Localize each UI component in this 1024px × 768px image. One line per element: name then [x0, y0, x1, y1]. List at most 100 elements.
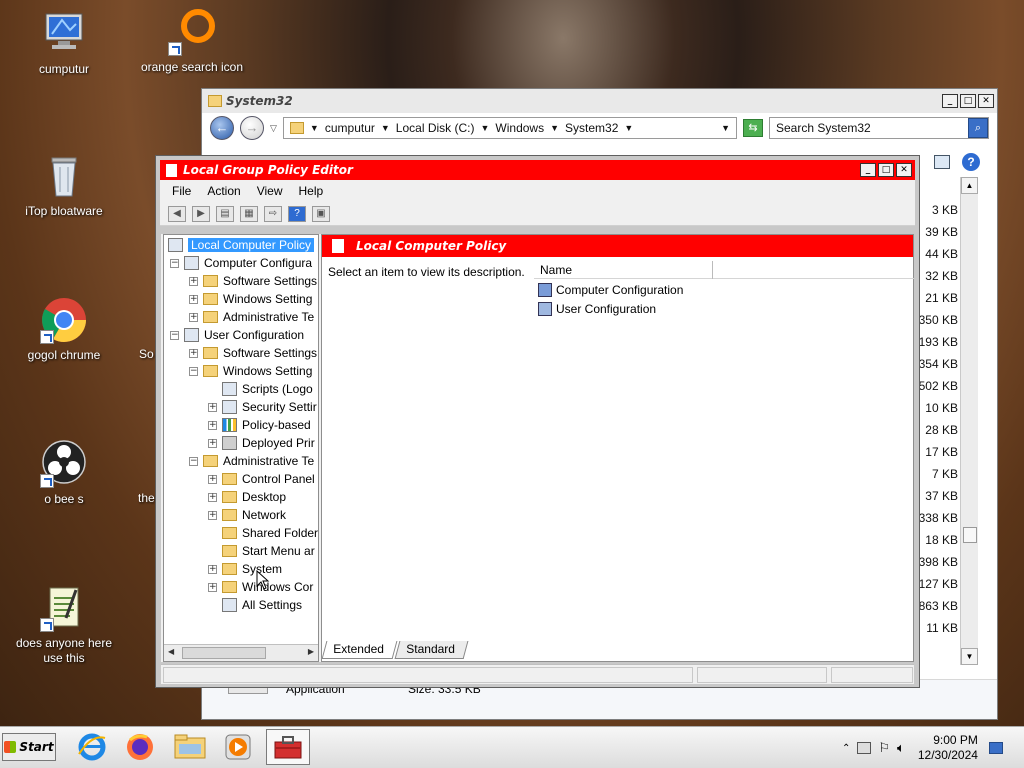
clock[interactable]: 9:00 PM 12/30/2024: [918, 733, 978, 763]
expand-icon[interactable]: +: [189, 348, 198, 358]
back-button[interactable]: ←: [210, 116, 234, 140]
collapse-icon[interactable]: −: [189, 456, 198, 466]
network-icon[interactable]: [857, 742, 872, 754]
view-toggle-icon[interactable]: [934, 155, 950, 169]
menu-action[interactable]: Action: [207, 184, 240, 198]
column-header-name[interactable]: Name: [534, 261, 713, 279]
expand-icon[interactable]: +: [189, 312, 198, 322]
scroll-right-arrow[interactable]: ▶: [308, 647, 314, 656]
explorer-vscroll[interactable]: ▲ ▼: [960, 177, 978, 665]
show-pane-icon[interactable]: ▣: [312, 205, 330, 222]
refresh-button[interactable]: ⇆: [743, 119, 763, 137]
tree-node[interactable]: Scripts (Logo: [208, 380, 313, 398]
show-tree-icon[interactable]: ▤: [216, 205, 234, 222]
help-icon[interactable]: ?: [962, 153, 980, 171]
tab-extended[interactable]: Extended: [321, 641, 398, 659]
volume-icon[interactable]: 🔈︎: [897, 740, 905, 756]
expand-icon[interactable]: +: [208, 492, 217, 502]
taskbar-file-explorer[interactable]: [168, 729, 212, 765]
forward-arrow-icon[interactable]: ▶: [192, 205, 210, 222]
tree-node[interactable]: Start Menu ar: [208, 542, 315, 560]
tree-node[interactable]: + Network: [208, 506, 286, 524]
tree-node[interactable]: All Settings: [208, 596, 302, 614]
tab-standard[interactable]: Standard: [394, 641, 468, 659]
expand-icon[interactable]: +: [208, 510, 217, 520]
tree-node[interactable]: + Policy-based: [208, 416, 311, 434]
address-dropdown-icon[interactable]: ▼: [721, 123, 730, 133]
taskbar-gpedit[interactable]: [266, 729, 310, 765]
tree-node[interactable]: + Software Settings: [189, 344, 317, 362]
show-hidden-icons-icon[interactable]: ⌃: [842, 743, 850, 754]
gpedit-window[interactable]: Local Group Policy Editor _ □ ✕ File Act…: [155, 155, 920, 688]
back-arrow-icon[interactable]: ◀: [168, 205, 186, 222]
desktop-icon-chrome[interactable]: gogol chrume: [9, 296, 119, 363]
breadcrumb-item[interactable]: System32: [565, 121, 618, 135]
scroll-up-arrow[interactable]: ▲: [961, 177, 978, 194]
collapse-icon[interactable]: −: [189, 366, 198, 376]
close-button[interactable]: ✕: [978, 94, 994, 108]
expand-icon[interactable]: +: [208, 582, 217, 592]
tree-node[interactable]: + Control Panel: [208, 470, 315, 488]
chevron-down-icon[interactable]: ▽: [270, 123, 277, 134]
menu-file[interactable]: File: [172, 184, 191, 198]
taskbar-internet-explorer[interactable]: [70, 729, 114, 765]
expand-icon[interactable]: +: [208, 402, 217, 412]
expand-icon[interactable]: +: [189, 276, 198, 286]
minimize-button[interactable]: _: [860, 163, 876, 177]
taskbar-media-player[interactable]: [216, 729, 260, 765]
search-icon[interactable]: ⌕: [968, 118, 988, 138]
help-icon[interactable]: ?: [288, 205, 306, 222]
breadcrumb-item[interactable]: Local Disk (C:): [396, 121, 475, 135]
collapse-icon[interactable]: −: [170, 258, 179, 268]
tree-node[interactable]: + System: [208, 560, 282, 578]
forward-button[interactable]: →: [240, 116, 264, 140]
expand-icon[interactable]: +: [208, 564, 217, 574]
minimize-button[interactable]: _: [942, 94, 958, 108]
menu-view[interactable]: View: [257, 184, 283, 198]
tree-node[interactable]: Shared Folder: [208, 524, 318, 542]
desktop-icon-itop[interactable]: iTop bloatware: [9, 152, 119, 219]
tree-node[interactable]: + Windows Setting: [189, 290, 312, 308]
desktop-icon-orange-search[interactable]: orange search icon: [137, 8, 247, 75]
start-button[interactable]: Start: [2, 733, 56, 761]
breadcrumb-item[interactable]: cumputur: [325, 121, 375, 135]
tree-node[interactable]: − Administrative Te: [189, 452, 314, 470]
gpedit-titlebar[interactable]: Local Group Policy Editor _ □ ✕: [160, 160, 915, 180]
properties-icon[interactable]: ▦: [240, 205, 258, 222]
tree-node[interactable]: + Security Settir: [208, 398, 317, 416]
desktop-icon-obs[interactable]: o bee s: [9, 440, 119, 507]
scroll-down-arrow[interactable]: ▼: [961, 648, 978, 665]
show-desktop-icon[interactable]: [988, 742, 1003, 754]
tree-node[interactable]: Local Computer Policy: [168, 236, 315, 254]
tree-node[interactable]: + Administrative Te: [189, 308, 314, 326]
tree-view[interactable]: Local Computer Policy − Computer Configura…: [163, 234, 319, 662]
collapse-icon[interactable]: −: [170, 330, 179, 340]
taskbar-firefox[interactable]: [118, 729, 162, 765]
explorer-titlebar[interactable]: System32 _ □ ✕: [202, 89, 997, 113]
tree-node[interactable]: − Computer Configura: [170, 254, 312, 272]
tree-node[interactable]: − User Configuration: [170, 326, 304, 344]
desktop-icon-computer[interactable]: cumputur: [9, 10, 119, 77]
close-button[interactable]: ✕: [896, 163, 912, 177]
scroll-left-arrow[interactable]: ◀: [168, 647, 174, 656]
expand-icon[interactable]: +: [208, 420, 217, 430]
tree-node[interactable]: + Desktop: [208, 488, 286, 506]
expand-icon[interactable]: +: [208, 474, 217, 484]
tree-node[interactable]: − Windows Setting: [189, 362, 312, 380]
export-list-icon[interactable]: ⇨: [264, 205, 282, 222]
search-input[interactable]: Search System32 ⌕: [769, 117, 989, 139]
menu-help[interactable]: Help: [299, 184, 324, 198]
tree-node[interactable]: + Software Settings: [189, 272, 317, 290]
breadcrumb-item[interactable]: Windows: [495, 121, 544, 135]
list-item-computer-configuration[interactable]: Computer Configuration: [538, 281, 683, 299]
tree-node[interactable]: + Deployed Prir: [208, 434, 315, 452]
action-center-flag-icon[interactable]: ⚐: [878, 740, 890, 756]
address-bar[interactable]: ▼ cumputur ▼ Local Disk (C:) ▼ Windows ▼ Sy…: [282, 117, 737, 139]
scroll-thumb[interactable]: [182, 647, 266, 659]
expand-icon[interactable]: +: [208, 438, 217, 448]
maximize-button[interactable]: □: [878, 163, 894, 177]
tree-hscroll[interactable]: ◀ ▶: [164, 644, 318, 661]
maximize-button[interactable]: □: [960, 94, 976, 108]
desktop-icon-notepad[interactable]: does anyone here use this: [9, 584, 119, 666]
list-item-user-configuration[interactable]: User Configuration: [538, 300, 656, 318]
